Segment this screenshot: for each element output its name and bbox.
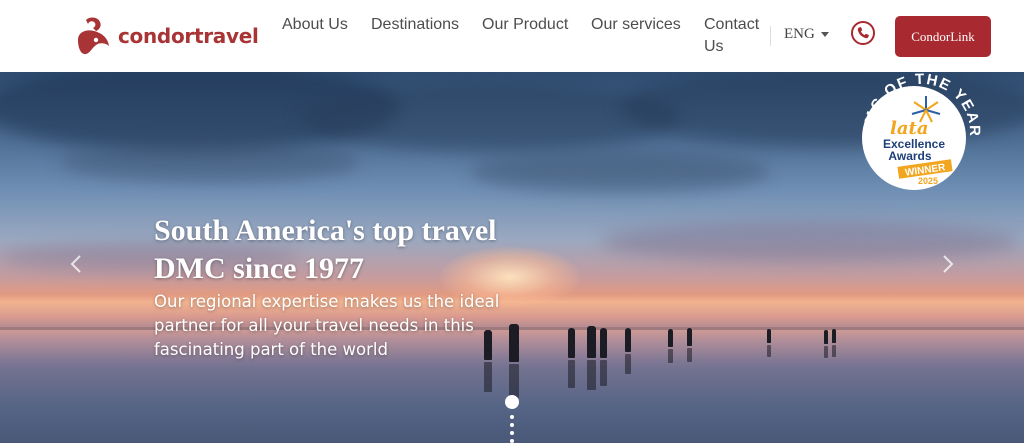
cloud bbox=[470, 152, 770, 192]
condorlink-button[interactable]: CondorLink bbox=[895, 16, 991, 57]
person-reflection bbox=[832, 345, 836, 357]
nav-divider bbox=[770, 26, 771, 46]
phone-icon[interactable] bbox=[850, 20, 876, 46]
person-silhouette bbox=[587, 326, 596, 358]
hero-subtext: Our regional expertise makes us the idea… bbox=[154, 292, 500, 359]
person-reflection bbox=[687, 348, 692, 362]
slide-indicator[interactable] bbox=[510, 439, 514, 443]
badge-line2: Awards bbox=[888, 149, 931, 163]
logo[interactable]: condortravel bbox=[76, 16, 259, 56]
person-reflection bbox=[625, 354, 631, 374]
language-selector[interactable]: ENG bbox=[784, 26, 829, 43]
badge-brand: lata bbox=[890, 118, 928, 139]
nav-our-services[interactable]: Our services bbox=[591, 14, 681, 36]
slide-indicator-active[interactable] bbox=[505, 395, 519, 409]
chevron-left-icon[interactable] bbox=[68, 254, 84, 274]
language-label: ENG bbox=[784, 26, 815, 42]
person-reflection bbox=[568, 360, 575, 388]
person-reflection bbox=[767, 345, 771, 357]
condor-logo-icon bbox=[78, 17, 109, 55]
person-reflection bbox=[484, 362, 492, 392]
nav-about-us[interactable]: About Us bbox=[282, 14, 348, 36]
person-reflection bbox=[587, 360, 596, 390]
person-silhouette bbox=[687, 328, 692, 346]
person-silhouette bbox=[767, 329, 771, 343]
chevron-right-icon[interactable] bbox=[940, 254, 956, 274]
person-silhouette bbox=[832, 329, 836, 343]
nav-destinations[interactable]: Destinations bbox=[371, 14, 459, 36]
nav-our-product[interactable]: Our Product bbox=[482, 14, 568, 36]
person-silhouette bbox=[568, 328, 575, 358]
person-reflection bbox=[600, 360, 607, 386]
hero-headline: South America's top travel DMC since 197… bbox=[154, 214, 497, 285]
slide-indicator[interactable] bbox=[510, 423, 514, 427]
chevron-down-icon bbox=[820, 32, 829, 37]
cloud bbox=[300, 82, 680, 152]
slide-indicator[interactable] bbox=[510, 431, 514, 435]
award-badge[interactable]: DMC OF THE YEAR lata Excellence Awards W… bbox=[852, 62, 992, 202]
person-silhouette bbox=[625, 328, 631, 352]
slide-indicator[interactable] bbox=[510, 415, 514, 419]
badge-year: 2025 bbox=[918, 176, 938, 186]
cloud bbox=[60, 142, 360, 182]
logo-text: condortravel bbox=[118, 24, 259, 48]
person-reflection bbox=[668, 349, 673, 363]
person-reflection bbox=[509, 364, 519, 398]
person-silhouette bbox=[824, 330, 828, 344]
cloud bbox=[600, 222, 1020, 262]
person-silhouette bbox=[668, 329, 673, 347]
person-silhouette bbox=[600, 328, 607, 358]
nav-contact-us[interactable]: Contact Us bbox=[704, 14, 766, 58]
person-reflection bbox=[824, 346, 828, 358]
